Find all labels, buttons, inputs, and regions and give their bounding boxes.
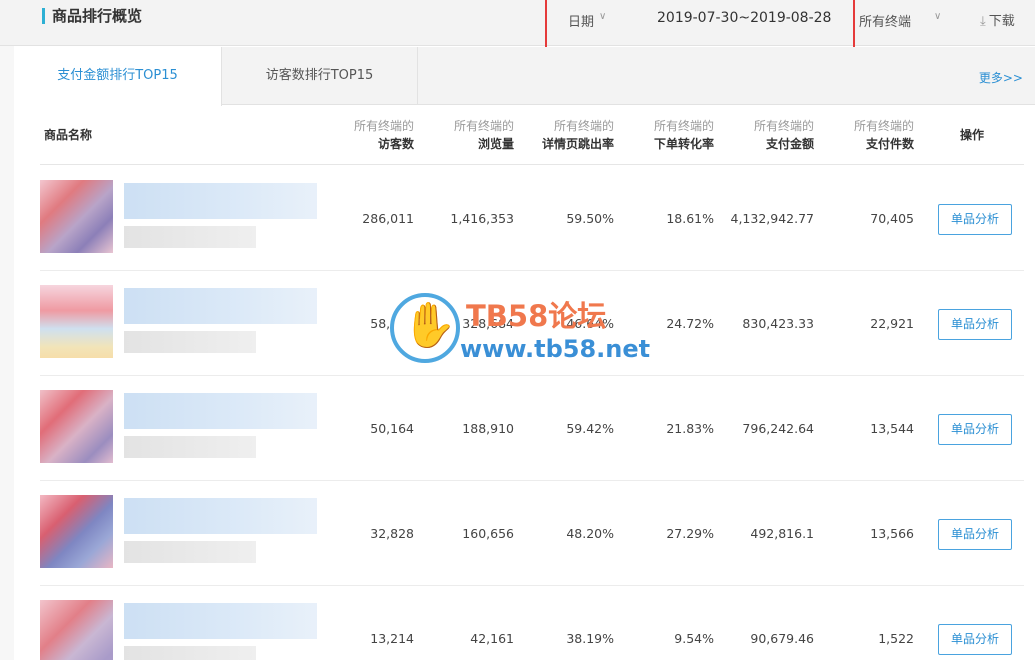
column-header-prefix: 所有终端的 bbox=[353, 119, 414, 133]
column-header-op: 操作 bbox=[960, 128, 985, 142]
table-row: 50,164 188,910 59.42% 21.83% 796,242.64 … bbox=[40, 376, 1024, 481]
chevron-down-icon[interactable]: ∨ bbox=[934, 11, 941, 22]
product-title-blurred[interactable] bbox=[124, 393, 317, 429]
date-range-picker[interactable]: 2019-07-30~2019-08-28 bbox=[657, 10, 831, 26]
cell-conversion: 18.61% bbox=[666, 211, 714, 226]
product-thumbnail[interactable] bbox=[40, 285, 113, 358]
cell-count: 13,544 bbox=[870, 421, 914, 436]
tab-payment-top15[interactable]: 支付金额排行TOP15 bbox=[14, 47, 222, 106]
column-header-prefix: 所有终端的 bbox=[753, 119, 814, 133]
column-header-count[interactable]: 所有终端的支付件数 bbox=[834, 117, 914, 153]
column-header-amount[interactable]: 所有终端的支付金额 bbox=[734, 117, 814, 153]
cell-conversion: 24.72% bbox=[666, 316, 714, 331]
cell-bounce: 38.19% bbox=[566, 631, 614, 646]
header-divider bbox=[40, 164, 1024, 165]
download-button[interactable]: ⤓ 下载 bbox=[980, 10, 1015, 29]
chevron-down-icon[interactable]: ∨ bbox=[599, 11, 606, 22]
cell-visitors: 286,011 bbox=[362, 211, 414, 226]
title-accent-bar bbox=[42, 8, 45, 24]
cell-conversion: 27.29% bbox=[666, 526, 714, 541]
column-header-views[interactable]: 所有终端的浏览量 bbox=[434, 117, 514, 153]
terminal-dropdown[interactable]: 所有终端 bbox=[859, 11, 911, 30]
cell-bounce: 48.20% bbox=[566, 526, 614, 541]
more-link[interactable]: 更多>> bbox=[979, 69, 1023, 86]
column-header-label: 支付金额 bbox=[765, 137, 814, 151]
cell-bounce: 46.64% bbox=[566, 316, 614, 331]
product-subtitle-blurred bbox=[124, 436, 256, 458]
product-title-blurred[interactable] bbox=[124, 183, 317, 219]
column-header-prefix: 所有终端的 bbox=[653, 119, 714, 133]
column-header-prefix: 所有终端的 bbox=[453, 119, 514, 133]
item-analysis-button[interactable]: 单品分析 bbox=[938, 624, 1012, 655]
cell-amount: 90,679.46 bbox=[750, 631, 814, 646]
product-subtitle-blurred bbox=[124, 646, 256, 660]
table-row: 32,828 160,656 48.20% 27.29% 492,816.1 1… bbox=[40, 481, 1024, 586]
cell-views: 328,684 bbox=[462, 316, 514, 331]
cell-visitors: 13,214 bbox=[370, 631, 414, 646]
product-title-blurred[interactable] bbox=[124, 603, 317, 639]
product-subtitle-blurred bbox=[124, 331, 256, 353]
left-gutter bbox=[0, 46, 14, 660]
column-header-bounce[interactable]: 所有终端的详情页跳出率 bbox=[524, 117, 614, 153]
cell-views: 42,161 bbox=[470, 631, 514, 646]
cell-amount: 830,423.33 bbox=[742, 316, 814, 331]
item-analysis-button[interactable]: 单品分析 bbox=[938, 309, 1012, 340]
column-header-prefix: 所有终端的 bbox=[553, 119, 614, 133]
cell-views: 188,910 bbox=[462, 421, 514, 436]
header: 商品排行概览 日期 ∨ 2019-07-30~2019-08-28 所有终端 ∨… bbox=[0, 0, 1035, 50]
cell-amount: 492,816.1 bbox=[750, 526, 814, 541]
product-thumbnail[interactable] bbox=[40, 495, 113, 568]
cell-visitors: 58,083 bbox=[370, 316, 414, 331]
column-header-label: 浏览量 bbox=[477, 137, 514, 151]
column-header-name: 商品名称 bbox=[44, 128, 93, 142]
column-header-label: 访客数 bbox=[377, 137, 414, 151]
cell-count: 1,522 bbox=[878, 631, 914, 646]
product-subtitle-blurred bbox=[124, 541, 256, 563]
cell-count: 70,405 bbox=[870, 211, 914, 226]
column-header-label: 详情页跳出率 bbox=[541, 137, 614, 151]
column-header-prefix: 所有终端的 bbox=[853, 119, 914, 133]
cell-views: 1,416,353 bbox=[450, 211, 514, 226]
cell-amount: 796,242.64 bbox=[742, 421, 814, 436]
item-analysis-button[interactable]: 单品分析 bbox=[938, 414, 1012, 445]
product-title-blurred[interactable] bbox=[124, 288, 317, 324]
product-subtitle-blurred bbox=[124, 226, 256, 248]
cell-bounce: 59.50% bbox=[566, 211, 614, 226]
tab-visitors-top15[interactable]: 访客数排行TOP15 bbox=[222, 47, 418, 105]
cell-visitors: 32,828 bbox=[370, 526, 414, 541]
product-thumbnail[interactable] bbox=[40, 390, 113, 463]
product-title-blurred[interactable] bbox=[124, 498, 317, 534]
cell-count: 13,566 bbox=[870, 526, 914, 541]
cell-conversion: 21.83% bbox=[666, 421, 714, 436]
page-title: 商品排行概览 bbox=[52, 7, 143, 25]
item-analysis-button[interactable]: 单品分析 bbox=[938, 519, 1012, 550]
table-row: 13,214 42,161 38.19% 9.54% 90,679.46 1,5… bbox=[40, 586, 1024, 660]
table-row: 286,011 1,416,353 59.50% 18.61% 4,132,94… bbox=[40, 166, 1024, 271]
download-label: 下载 bbox=[988, 14, 1015, 29]
cell-views: 160,656 bbox=[462, 526, 514, 541]
table-row: 58,083 328,684 46.64% 24.72% 830,423.33 … bbox=[40, 271, 1024, 376]
tab-bar: 支付金额排行TOP15 访客数排行TOP15 更多>> bbox=[14, 47, 1035, 106]
cell-bounce: 59.42% bbox=[566, 421, 614, 436]
column-header-label: 支付件数 bbox=[865, 137, 914, 151]
cell-count: 22,921 bbox=[870, 316, 914, 331]
product-thumbnail[interactable] bbox=[40, 600, 113, 660]
download-icon: ⤓ bbox=[980, 14, 986, 29]
column-header-label: 下单转化率 bbox=[653, 137, 714, 151]
date-dropdown[interactable]: 日期 bbox=[568, 11, 594, 30]
cell-amount: 4,132,942.77 bbox=[730, 211, 815, 226]
item-analysis-button[interactable]: 单品分析 bbox=[938, 204, 1012, 235]
cell-conversion: 9.54% bbox=[674, 631, 714, 646]
column-header-conversion[interactable]: 所有终端的下单转化率 bbox=[634, 117, 714, 153]
column-header-visitors[interactable]: 所有终端的访客数 bbox=[334, 117, 414, 153]
product-thumbnail[interactable] bbox=[40, 180, 113, 253]
cell-visitors: 50,164 bbox=[370, 421, 414, 436]
